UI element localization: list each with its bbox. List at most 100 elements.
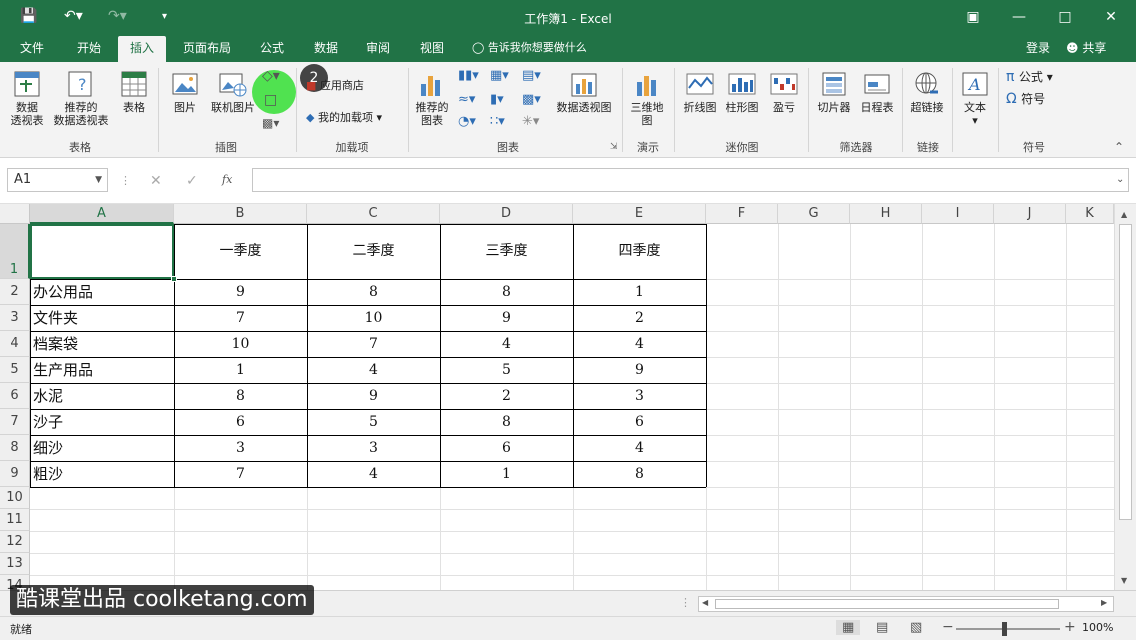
slicer-button[interactable]: 切片器 xyxy=(812,70,856,114)
tab-insert[interactable]: 插入 xyxy=(118,36,166,62)
tell-me-box[interactable]: ◯ 告诉我你想要做什么 xyxy=(472,36,587,60)
row-header-10[interactable]: 10 xyxy=(0,487,30,509)
zoom-out-icon[interactable]: − xyxy=(942,619,954,635)
column-header-h[interactable]: H xyxy=(850,204,922,224)
cell-d9[interactable]: 1 xyxy=(440,461,573,487)
cancel-icon[interactable]: ✕ xyxy=(150,173,162,189)
3d-map-button[interactable]: 三维地 图 xyxy=(626,70,668,127)
select-all-corner[interactable] xyxy=(0,204,30,224)
cell-b4[interactable]: 10 xyxy=(174,331,307,357)
column-header-d[interactable]: D xyxy=(440,204,573,224)
tab-home[interactable]: 开始 xyxy=(66,36,112,62)
column-header-b[interactable]: B xyxy=(174,204,307,224)
tab-view[interactable]: 视图 xyxy=(410,36,454,62)
cell-d2[interactable]: 8 xyxy=(440,279,573,305)
tab-file[interactable]: 文件 xyxy=(12,36,52,62)
hyperlink-button[interactable]: 超链接 xyxy=(906,70,948,114)
timeline-button[interactable]: 日程表 xyxy=(856,70,898,114)
cell-c5[interactable]: 4 xyxy=(307,357,440,383)
fill-handle[interactable] xyxy=(171,276,177,282)
cell-a7[interactable]: 沙子 xyxy=(30,409,174,435)
sparkline-column-button[interactable]: 柱形图 xyxy=(722,70,762,114)
cell-e4[interactable]: 4 xyxy=(573,331,706,357)
row-header-12[interactable]: 12 xyxy=(0,531,30,553)
cell-c9[interactable]: 4 xyxy=(307,461,440,487)
cell-d8[interactable]: 6 xyxy=(440,435,573,461)
cell-c7[interactable]: 5 xyxy=(307,409,440,435)
screenshot-icon[interactable]: ▩▾ xyxy=(262,116,279,130)
normal-view-icon[interactable]: ▦ xyxy=(836,620,861,635)
cell-a4[interactable]: 档案袋 xyxy=(30,331,174,357)
cell-e5[interactable]: 9 xyxy=(573,357,706,383)
row-header-8[interactable]: 8 xyxy=(0,435,30,461)
scroll-thumb[interactable] xyxy=(1119,224,1132,520)
name-box[interactable]: A1 ▼ xyxy=(7,168,108,192)
row-header-2[interactable]: 2 xyxy=(0,279,30,305)
zoom-level[interactable]: 100% xyxy=(1082,621,1113,634)
row-header-11[interactable]: 11 xyxy=(0,509,30,531)
cell-b1[interactable]: 一季度 xyxy=(174,224,307,279)
cell-e1[interactable]: 四季度 xyxy=(573,224,706,279)
column-chart-icon[interactable]: ▮▮▾ xyxy=(458,68,479,83)
drag-handle-icon[interactable]: ⋮ xyxy=(680,596,691,609)
column-header-f[interactable]: F xyxy=(706,204,778,224)
cell-d6[interactable]: 2 xyxy=(440,383,573,409)
cell-a3[interactable]: 文件夹 xyxy=(30,305,174,331)
column-header-a[interactable]: A xyxy=(30,204,174,224)
confirm-icon[interactable]: ✓ xyxy=(186,173,198,189)
row-header-6[interactable]: 6 xyxy=(0,383,30,409)
cell-b7[interactable]: 6 xyxy=(174,409,307,435)
ribbon-display-icon[interactable]: ▣ xyxy=(958,6,988,28)
scroll-right-icon[interactable]: ▶ xyxy=(1101,598,1107,607)
picture-button[interactable]: 图片 xyxy=(166,70,204,114)
cell-e9[interactable]: 8 xyxy=(573,461,706,487)
equation-button[interactable]: π 公式 ▾ xyxy=(1006,68,1053,85)
sparkline-line-button[interactable]: 折线图 xyxy=(678,70,722,114)
table-button[interactable]: 表格 xyxy=(116,70,152,114)
pivot-chart-button[interactable]: 数据透视图 xyxy=(552,70,616,114)
cell-c6[interactable]: 9 xyxy=(307,383,440,409)
vertical-scrollbar[interactable]: ▲ ▼ xyxy=(1114,204,1136,590)
cell-d5[interactable]: 5 xyxy=(440,357,573,383)
cell-b3[interactable]: 7 xyxy=(174,305,307,331)
cell-c3[interactable]: 10 xyxy=(307,305,440,331)
zoom-slider[interactable] xyxy=(956,628,1060,630)
pivot-table-button[interactable]: 数据 透视表 xyxy=(6,70,48,127)
radar-chart-icon[interactable]: ✳▾ xyxy=(522,114,539,129)
worksheet-grid[interactable]: ABCDEFGHIJK 1 2 3 4 5 6 7 8 9 10 11 12 13 14 一季度 二季度 三季… xyxy=(0,204,1136,590)
row-header-13[interactable]: 13 xyxy=(0,553,30,575)
text-button[interactable]: A 文本 ▾ xyxy=(956,70,994,127)
cell-a5[interactable]: 生产用品 xyxy=(30,357,174,383)
h-scroll-thumb[interactable] xyxy=(715,599,1059,609)
column-header-e[interactable]: E xyxy=(573,204,706,224)
tab-review[interactable]: 审阅 xyxy=(356,36,400,62)
tab-page-layout[interactable]: 页面布局 xyxy=(176,36,238,62)
smartart-icon[interactable]: □ xyxy=(264,92,277,108)
cell-e6[interactable]: 3 xyxy=(573,383,706,409)
share-button[interactable]: ☻ 共享 xyxy=(1066,36,1106,60)
cell-c1[interactable]: 二季度 xyxy=(307,224,440,279)
cell-a6[interactable]: 水泥 xyxy=(30,383,174,409)
combo-chart-icon[interactable]: ▩▾ xyxy=(522,92,541,107)
cell-e3[interactable]: 2 xyxy=(573,305,706,331)
store-button[interactable]: ■ 应用商店 xyxy=(306,77,364,93)
cell-d4[interactable]: 4 xyxy=(440,331,573,357)
row-header-7[interactable]: 7 xyxy=(0,409,30,435)
column-header-j[interactable]: J xyxy=(994,204,1066,224)
cell-b2[interactable]: 9 xyxy=(174,279,307,305)
column-header-c[interactable]: C xyxy=(307,204,440,224)
row-header-1[interactable]: 1 xyxy=(0,224,30,279)
shapes-icon[interactable]: ◇▾ xyxy=(262,68,280,84)
login-link[interactable]: 登录 xyxy=(1026,36,1050,60)
recommended-pivot-button[interactable]: ? 推荐的 数据透视表 xyxy=(50,70,112,127)
tab-formulas[interactable]: 公式 xyxy=(250,36,294,62)
cell-e7[interactable]: 6 xyxy=(573,409,706,435)
cell-b9[interactable]: 7 xyxy=(174,461,307,487)
statistic-chart-icon[interactable]: ▮▾ xyxy=(490,92,504,107)
waterfall-chart-icon[interactable]: ▤▾ xyxy=(522,68,541,83)
column-header-i[interactable]: I xyxy=(922,204,994,224)
scroll-left-icon[interactable]: ◀ xyxy=(702,598,708,607)
scroll-down-icon[interactable]: ▼ xyxy=(1121,576,1127,585)
scatter-chart-icon[interactable]: ∷▾ xyxy=(490,114,505,129)
cell-a9[interactable]: 粗沙 xyxy=(30,461,174,487)
